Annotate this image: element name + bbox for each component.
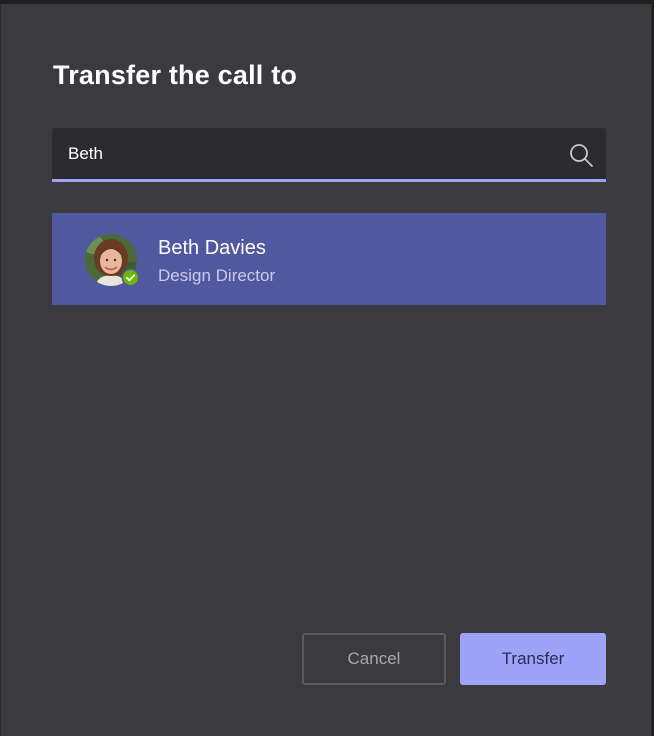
- contact-role: Design Director: [158, 266, 276, 285]
- transfer-button[interactable]: Transfer: [460, 633, 606, 685]
- dialog-title: Transfer the call to: [53, 60, 298, 90]
- search-box[interactable]: [52, 128, 606, 182]
- cancel-button[interactable]: Cancel: [302, 633, 446, 685]
- search-icon[interactable]: [568, 142, 594, 168]
- search-result-item[interactable]: Beth Davies Design Director: [52, 213, 606, 305]
- presence-available-icon: [121, 268, 140, 287]
- contact-name: Beth Davies: [158, 237, 266, 259]
- search-input[interactable]: [68, 128, 538, 179]
- transfer-dialog: Transfer the call to Beth Beth Davies De…: [0, 4, 652, 736]
